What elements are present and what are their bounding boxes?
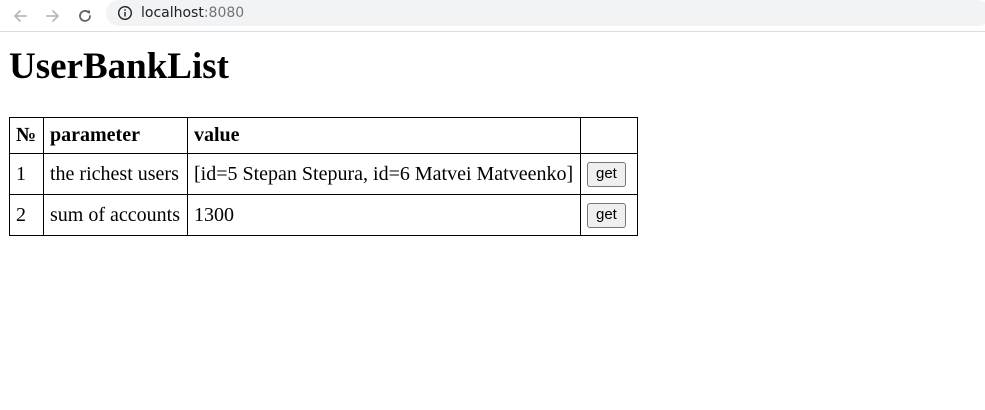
header-value: value <box>187 117 581 154</box>
row-number: 1 <box>9 153 44 195</box>
row-number: 2 <box>9 194 44 236</box>
row-value: 1300 <box>187 194 581 236</box>
forward-button[interactable] <box>40 3 66 29</box>
table-header-row: № parameter value <box>9 117 638 154</box>
row-parameter: sum of accounts <box>43 194 188 236</box>
header-parameter: parameter <box>43 117 188 154</box>
page-title: UserBankList <box>9 46 229 87</box>
back-button[interactable] <box>7 3 33 29</box>
get-sum-of-accounts-button[interactable]: get <box>587 203 626 228</box>
arrow-right-icon <box>46 10 59 22</box>
row-parameter: the richest users <box>43 153 188 195</box>
row-value: [id=5 Stepan Stepura, id=6 Matvei Matvee… <box>187 153 581 195</box>
browser-toolbar: localhost:8080 <box>0 0 985 32</box>
header-action <box>580 117 638 154</box>
table-row: 2 sum of accounts 1300 get <box>9 194 638 236</box>
reload-icon <box>79 10 91 22</box>
get-richest-users-button[interactable]: get <box>587 162 626 187</box>
row-action-cell: get <box>580 153 638 195</box>
url-text: localhost:8080 <box>141 5 244 21</box>
table-row: 1 the richest users [id=5 Stepan Stepura… <box>9 153 638 195</box>
data-table: № parameter value 1 the richest users [i… <box>9 117 638 236</box>
info-icon[interactable] <box>117 5 133 21</box>
address-bar[interactable]: localhost:8080 <box>106 0 985 26</box>
url-port: :8080 <box>203 5 245 21</box>
page-content: UserBankList № parameter value 1 the ric… <box>0 33 985 410</box>
url-host: localhost <box>141 5 204 21</box>
header-number: № <box>9 117 44 154</box>
reload-button[interactable] <box>72 3 98 29</box>
arrow-left-icon <box>14 10 27 22</box>
row-action-cell: get <box>580 194 638 236</box>
